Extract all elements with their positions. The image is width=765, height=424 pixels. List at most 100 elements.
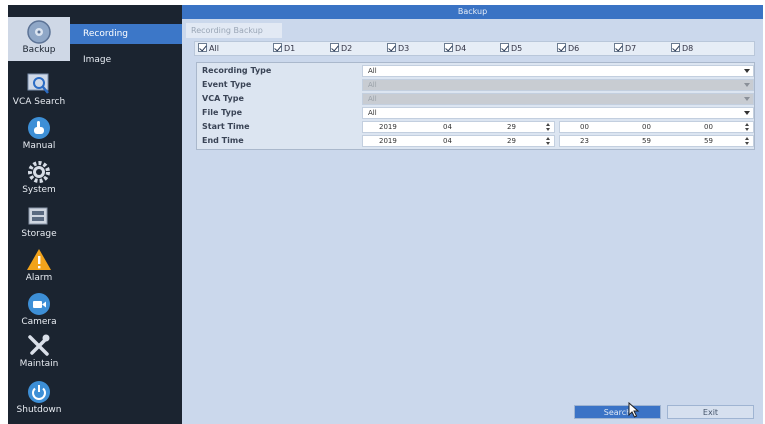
nav-vca-search[interactable]: VCA Search — [8, 69, 70, 113]
channel-d1-checkbox[interactable]: D1 — [273, 43, 295, 55]
file-type-select[interactable]: All — [362, 107, 754, 119]
exit-button[interactable]: Exit — [667, 405, 754, 419]
nav-maintain-label: Maintain — [19, 359, 59, 369]
channel-d4-label: D4 — [455, 44, 467, 53]
channel-d6-checkbox[interactable]: D6 — [557, 43, 579, 55]
nav-storage-label: Storage — [21, 229, 57, 239]
gear-icon — [28, 161, 50, 183]
start-date-input[interactable]: 2019 04 29 — [362, 121, 555, 133]
warning-icon — [27, 249, 51, 270]
channel-d7-checkbox[interactable]: D7 — [614, 43, 636, 55]
recording-type-select[interactable]: All — [362, 65, 754, 77]
nav-shutdown[interactable]: Shutdown — [8, 377, 70, 421]
recording-type-row: Recording Type All — [197, 64, 754, 78]
checkbox-checked-icon — [557, 43, 566, 52]
end-year: 2019 — [379, 137, 397, 145]
end-time-picker: 2019 04 29 23 59 59 — [362, 135, 754, 147]
nav-shutdown-label: Shutdown — [16, 405, 62, 415]
file-type-label: File Type — [202, 108, 243, 117]
backup-submenu: Recording Image — [70, 5, 182, 424]
channel-d4-checkbox[interactable]: D4 — [444, 43, 466, 55]
start-time-input[interactable]: 00 00 00 — [559, 121, 754, 133]
event-type-label: Event Type — [202, 80, 252, 89]
recording-type-value: All — [368, 67, 377, 75]
vca-type-label: VCA Type — [202, 94, 244, 103]
chevron-down-icon — [744, 69, 750, 73]
manual-hand-icon — [28, 117, 50, 139]
file-type-value: All — [368, 109, 377, 117]
nav-backup-label: Backup — [22, 45, 56, 55]
main-nav-rail: Backup VCA Search Manual System Storage … — [8, 5, 70, 424]
spinner-icon[interactable] — [745, 123, 750, 132]
channel-d2-checkbox[interactable]: D2 — [330, 43, 352, 55]
chevron-down-icon — [744, 111, 750, 115]
nav-camera-label: Camera — [21, 317, 57, 327]
window-title: Backup — [182, 5, 763, 19]
end-minute: 59 — [642, 137, 651, 145]
start-time-picker: 2019 04 29 00 00 00 — [362, 121, 754, 133]
channel-d2-label: D2 — [341, 44, 353, 53]
camera-icon — [28, 293, 50, 315]
event-type-value: All — [368, 81, 377, 89]
event-type-select: All — [362, 79, 754, 91]
end-second: 59 — [704, 137, 713, 145]
tab-recording-backup[interactable]: Recording Backup — [186, 23, 282, 38]
power-icon — [28, 381, 50, 403]
nav-alarm[interactable]: Alarm — [8, 245, 70, 289]
nav-system[interactable]: System — [8, 157, 70, 201]
search-button[interactable]: Search — [574, 405, 661, 419]
event-type-row: Event Type All — [197, 78, 754, 92]
recording-type-label: Recording Type — [202, 66, 272, 75]
channel-d5-label: D5 — [511, 44, 523, 53]
submenu-image[interactable]: Image — [70, 50, 182, 70]
end-month: 04 — [443, 137, 452, 145]
channel-d3-checkbox[interactable]: D3 — [387, 43, 409, 55]
nav-maintain[interactable]: Maintain — [8, 331, 70, 375]
nav-alarm-label: Alarm — [25, 273, 53, 283]
nav-camera[interactable]: Camera — [8, 289, 70, 333]
vca-type-value: All — [368, 95, 377, 103]
start-time-label: Start Time — [202, 122, 250, 131]
backup-search-form: Recording Type All Event Type All VCA Ty… — [196, 62, 755, 150]
nav-storage[interactable]: Storage — [8, 201, 70, 245]
end-time-input[interactable]: 23 59 59 — [559, 135, 754, 147]
channel-all-checkbox[interactable]: All — [198, 43, 219, 55]
start-day: 29 — [507, 123, 516, 131]
vca-type-row: VCA Type All — [197, 92, 754, 106]
nav-system-label: System — [22, 185, 56, 195]
channel-d5-checkbox[interactable]: D5 — [500, 43, 522, 55]
spinner-icon[interactable] — [546, 137, 551, 146]
nav-backup[interactable]: Backup — [8, 17, 70, 61]
end-date-input[interactable]: 2019 04 29 — [362, 135, 555, 147]
end-time-label: End Time — [202, 136, 244, 145]
nav-manual[interactable]: Manual — [8, 113, 70, 157]
nav-manual-label: Manual — [22, 141, 56, 151]
submenu-recording[interactable]: Recording — [70, 24, 182, 44]
end-time-row: End Time 2019 04 29 23 59 59 — [197, 134, 754, 148]
spinner-icon[interactable] — [745, 137, 750, 146]
storage-icon — [28, 207, 48, 225]
tools-icon — [28, 334, 50, 356]
checkbox-checked-icon — [387, 43, 396, 52]
spinner-icon[interactable] — [546, 123, 551, 132]
checkbox-checked-icon — [330, 43, 339, 52]
nav-vca-search-label: VCA Search — [12, 97, 66, 107]
vca-type-select: All — [362, 93, 754, 105]
checkbox-checked-icon — [273, 43, 282, 52]
start-minute: 00 — [642, 123, 651, 131]
vca-search-icon — [27, 73, 49, 94]
checkbox-checked-icon — [614, 43, 623, 52]
chevron-down-icon — [744, 83, 750, 87]
start-second: 00 — [704, 123, 713, 131]
channel-d3-label: D3 — [398, 44, 410, 53]
channel-d1-label: D1 — [284, 44, 296, 53]
channel-d8-checkbox[interactable]: D8 — [671, 43, 693, 55]
channel-selector: All D1 D2 D3 D4 D5 D6 D7 D8 — [194, 41, 755, 56]
checkbox-checked-icon — [444, 43, 453, 52]
start-year: 2019 — [379, 123, 397, 131]
end-hour: 23 — [580, 137, 589, 145]
checkbox-checked-icon — [671, 43, 680, 52]
backup-disc-icon — [27, 20, 51, 44]
channel-d6-label: D6 — [568, 44, 580, 53]
start-month: 04 — [443, 123, 452, 131]
